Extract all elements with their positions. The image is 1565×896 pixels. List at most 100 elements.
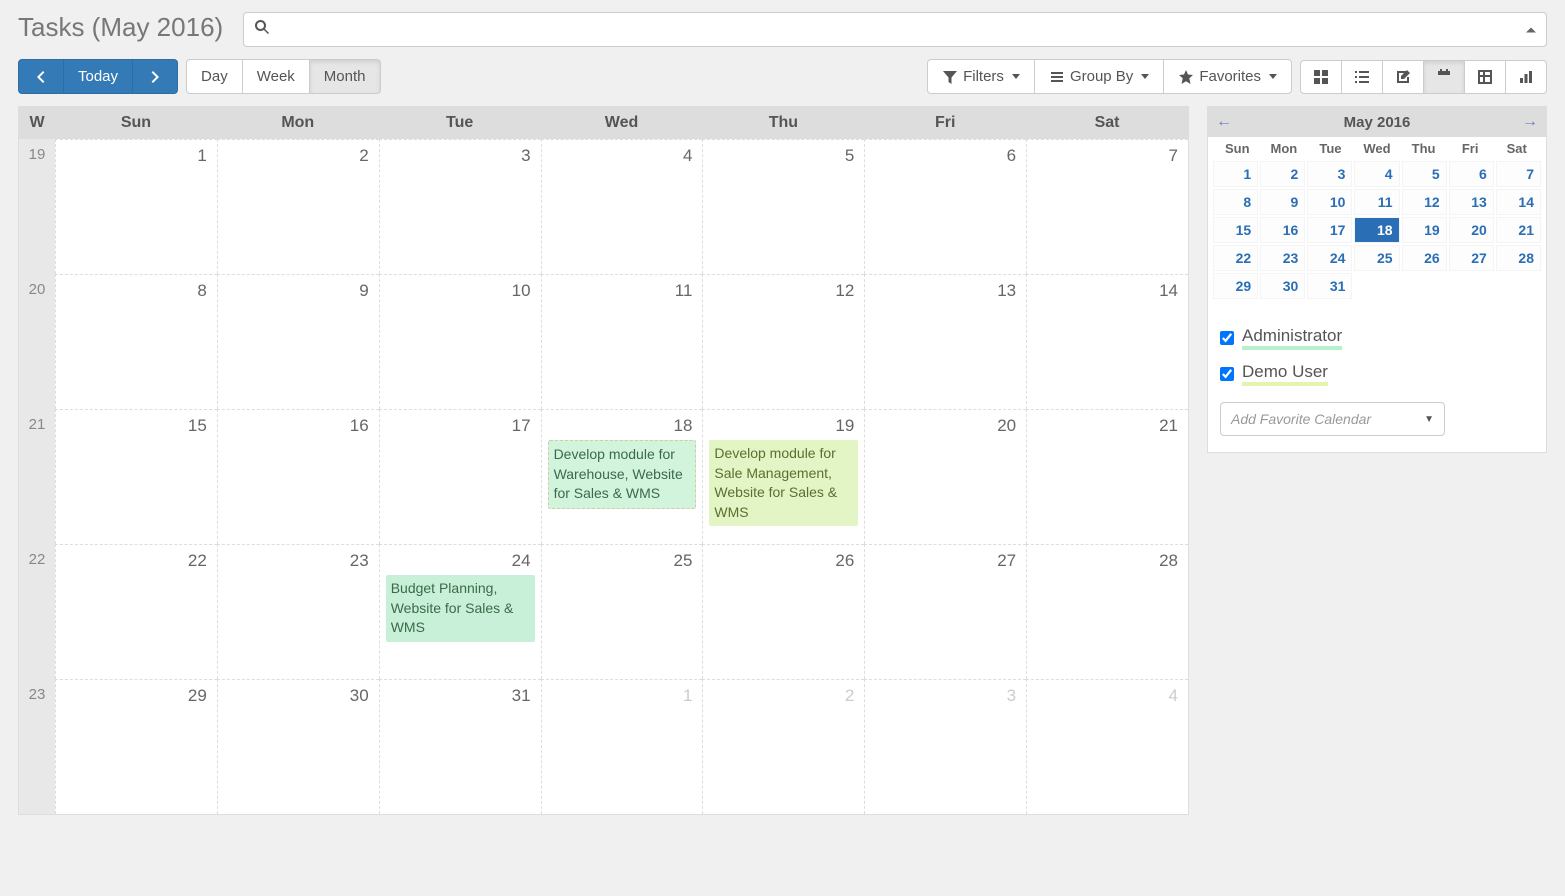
day-cell[interactable]: 10 <box>379 274 541 409</box>
mini-day-cell[interactable]: 8 <box>1213 189 1258 215</box>
day-cell[interactable]: 12 <box>702 274 864 409</box>
day-cell[interactable]: 9 <box>217 274 379 409</box>
day-cell[interactable]: 30 <box>217 679 379 814</box>
day-cell[interactable]: 25 <box>541 544 703 679</box>
day-cell[interactable]: 21 <box>1026 409 1188 544</box>
mini-day-cell[interactable]: 4 <box>1354 161 1399 187</box>
mini-day-cell[interactable]: 10 <box>1307 189 1352 215</box>
day-cell[interactable]: 2 <box>702 679 864 814</box>
mini-day-cell[interactable]: 18 <box>1354 217 1399 243</box>
user-checkbox[interactable] <box>1220 367 1234 381</box>
day-cell[interactable]: 4 <box>1026 679 1188 814</box>
pivot-view-button[interactable] <box>1464 60 1506 94</box>
day-number: 24 <box>386 549 535 573</box>
mini-day-cell[interactable]: 22 <box>1213 245 1258 271</box>
group-by-button[interactable]: Group By <box>1034 59 1164 94</box>
day-cell[interactable]: 29 <box>55 679 217 814</box>
mini-day-cell[interactable]: 26 <box>1402 245 1447 271</box>
calendar-event[interactable]: Develop module for Warehouse, Website fo… <box>548 440 697 509</box>
day-cell[interactable]: 23 <box>217 544 379 679</box>
prev-period-button[interactable] <box>18 59 64 94</box>
mini-day-cell[interactable]: 6 <box>1449 161 1494 187</box>
mini-day-cell[interactable]: 2 <box>1260 161 1305 187</box>
search-expand-icon[interactable] <box>1526 27 1536 32</box>
today-button[interactable]: Today <box>63 59 133 94</box>
mini-day-cell[interactable]: 27 <box>1449 245 1494 271</box>
mini-cal-next[interactable]: → <box>1522 113 1538 131</box>
mini-day-cell[interactable]: 25 <box>1354 245 1399 271</box>
calendar-event[interactable]: Budget Planning, Website for Sales & WMS <box>386 575 535 642</box>
filter-icon <box>942 69 958 85</box>
day-cell[interactable]: 15 <box>55 409 217 544</box>
day-cell[interactable]: 27 <box>864 544 1026 679</box>
mini-day-cell[interactable]: 20 <box>1449 217 1494 243</box>
month-view-button[interactable]: Month <box>309 59 381 94</box>
day-cell[interactable]: 4 <box>541 139 703 274</box>
mini-day-cell[interactable]: 3 <box>1307 161 1352 187</box>
day-cell[interactable]: 7 <box>1026 139 1188 274</box>
mini-day-cell[interactable]: 19 <box>1402 217 1447 243</box>
mini-day-cell[interactable]: 17 <box>1307 217 1352 243</box>
day-cell[interactable]: 24Budget Planning, Website for Sales & W… <box>379 544 541 679</box>
filters-button[interactable]: Filters <box>927 59 1035 94</box>
day-cell[interactable]: 3 <box>379 139 541 274</box>
mini-day-cell[interactable]: 14 <box>1496 189 1541 215</box>
day-cell[interactable]: 14 <box>1026 274 1188 409</box>
day-cell[interactable]: 26 <box>702 544 864 679</box>
mini-day-cell[interactable]: 24 <box>1307 245 1352 271</box>
mini-day-cell[interactable]: 5 <box>1402 161 1447 187</box>
kanban-view-button[interactable] <box>1300 60 1342 94</box>
day-cell[interactable]: 5 <box>702 139 864 274</box>
day-cell[interactable]: 2 <box>217 139 379 274</box>
search-box[interactable] <box>243 12 1547 47</box>
day-view-button[interactable]: Day <box>186 59 243 94</box>
mini-day-cell[interactable]: 15 <box>1213 217 1258 243</box>
day-cell[interactable]: 3 <box>864 679 1026 814</box>
day-cell[interactable]: 1 <box>55 139 217 274</box>
mini-cal-prev[interactable]: ← <box>1216 113 1232 131</box>
favorites-button[interactable]: Favorites <box>1163 59 1292 94</box>
day-cell[interactable]: 11 <box>541 274 703 409</box>
calendar-view-button[interactable] <box>1423 60 1465 94</box>
search-input[interactable] <box>278 21 1536 39</box>
list-view-button[interactable] <box>1341 60 1383 94</box>
add-favorite-calendar-select[interactable]: Add Favorite Calendar▼ <box>1220 402 1445 436</box>
mini-day-cell[interactable]: 23 <box>1260 245 1305 271</box>
graph-view-button[interactable] <box>1505 60 1547 94</box>
mini-day-cell[interactable]: 12 <box>1402 189 1447 215</box>
mini-day-cell[interactable]: 1 <box>1213 161 1258 187</box>
mini-day-cell[interactable]: 30 <box>1260 273 1305 299</box>
day-cell[interactable]: 17 <box>379 409 541 544</box>
calendar-header-cell: Sun <box>55 107 217 139</box>
mini-day-cell[interactable]: 29 <box>1213 273 1258 299</box>
day-cell[interactable]: 16 <box>217 409 379 544</box>
mini-day-cell[interactable]: 16 <box>1260 217 1305 243</box>
mini-day-cell[interactable]: 7 <box>1496 161 1541 187</box>
mini-day-cell[interactable]: 11 <box>1354 189 1399 215</box>
day-cell[interactable]: 28 <box>1026 544 1188 679</box>
next-period-button[interactable] <box>132 59 178 94</box>
mini-day-cell[interactable]: 13 <box>1449 189 1494 215</box>
day-cell[interactable]: 8 <box>55 274 217 409</box>
day-cell[interactable]: 19Develop module for Sale Management, We… <box>702 409 864 544</box>
day-cell[interactable]: 18Develop module for Warehouse, Website … <box>541 409 703 544</box>
mini-day-cell[interactable]: 9 <box>1260 189 1305 215</box>
user-checkbox[interactable] <box>1220 331 1234 345</box>
day-cell[interactable]: 22 <box>55 544 217 679</box>
form-view-button[interactable] <box>1382 60 1424 94</box>
calendar-event[interactable]: Develop module for Sale Management, Webs… <box>709 440 858 526</box>
day-cell[interactable]: 31 <box>379 679 541 814</box>
mini-day-cell[interactable]: 21 <box>1496 217 1541 243</box>
day-cell[interactable]: 20 <box>864 409 1026 544</box>
mini-day-header: Wed <box>1354 141 1401 156</box>
day-cell[interactable]: 1 <box>541 679 703 814</box>
day-cell[interactable]: 6 <box>864 139 1026 274</box>
mini-day-cell[interactable]: 28 <box>1496 245 1541 271</box>
arrow-right-icon <box>147 69 163 85</box>
mini-day-header: Thu <box>1400 141 1447 156</box>
day-cell[interactable]: 13 <box>864 274 1026 409</box>
period-switch-group: Day Week Month <box>186 59 380 94</box>
mini-day-cell[interactable]: 31 <box>1307 273 1352 299</box>
day-number: 30 <box>224 684 373 708</box>
week-view-button[interactable]: Week <box>242 59 310 94</box>
